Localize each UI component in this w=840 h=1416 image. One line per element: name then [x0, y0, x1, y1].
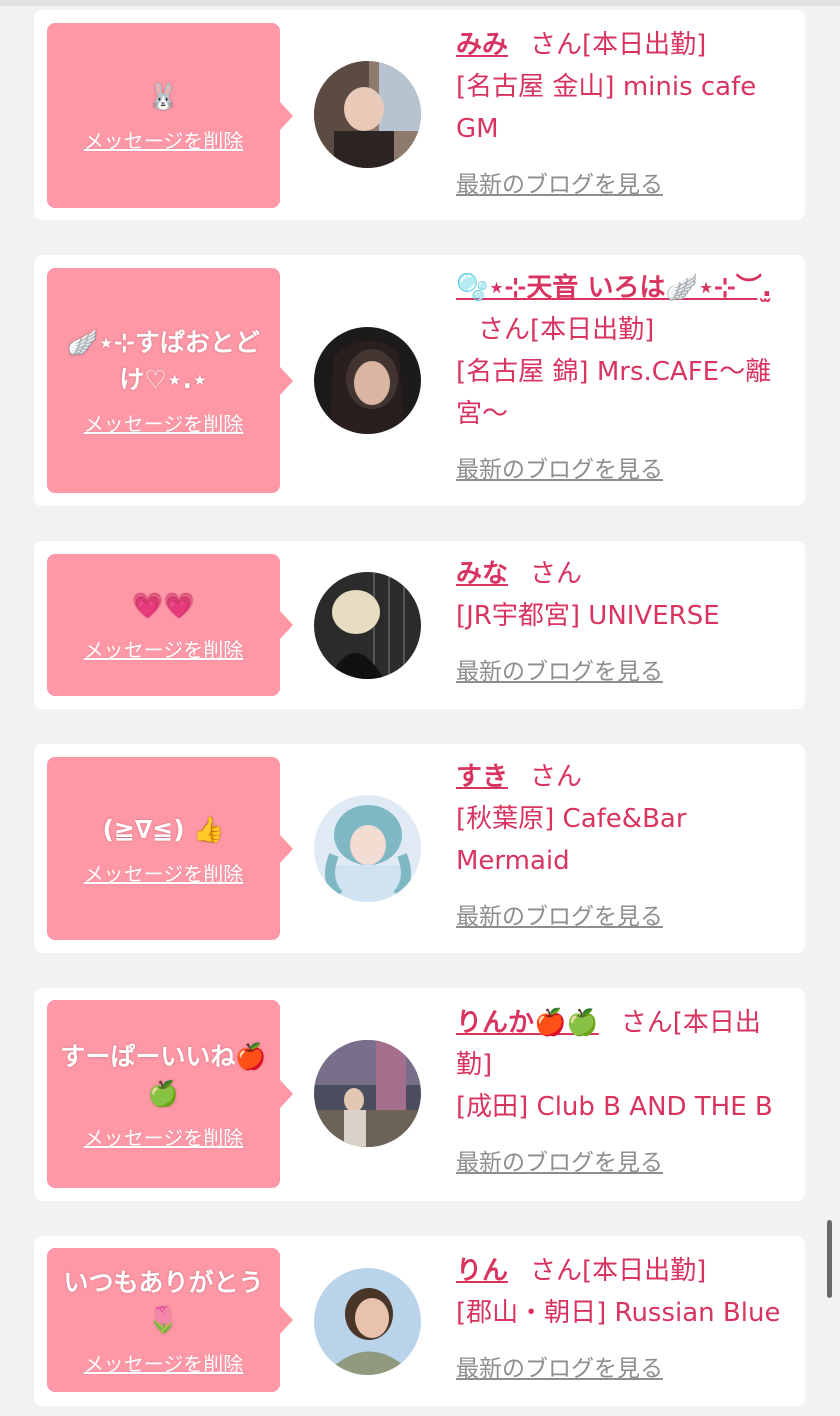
delete-message-link[interactable]: メッセージを削除	[84, 408, 244, 437]
message-text: 🐰	[147, 81, 180, 111]
girl-info: みな さん [JR宇都宮] UNIVERSE 最新のブログを見る	[456, 553, 796, 693]
girl-info: 🫧⋆⊹天音 いろは🪽⋆⊹︶.̫ さん[本日出勤] [名古屋 錦] Mrs.CAFE…	[456, 267, 796, 491]
message-card: (≧∇≦) 👍 メッセージを削除 すき さん [秋葉原] Cafe&Bar Mer…	[34, 744, 805, 953]
message-card: 💗💗 メッセージを削除 みな さん [JR宇都宮] UNIVERSE 最新のブログ…	[34, 541, 805, 709]
shop-name: [名古屋 金山] minis cafe GM	[456, 72, 757, 144]
working-today-tag: [本日出勤]	[530, 315, 655, 345]
honorific: さん	[530, 1256, 583, 1286]
honorific: さん	[620, 1008, 673, 1038]
avatar[interactable]	[314, 795, 421, 902]
delete-message-link[interactable]: メッセージを削除	[84, 858, 244, 887]
message-bubble: 🪽⋆⊹すぱおとどけ♡⋆.⋆ メッセージを削除	[47, 268, 293, 493]
shop-name: [JR宇都宮] UNIVERSE	[456, 601, 720, 631]
message-bubble: いつもありがとう🌷 メッセージを削除	[47, 1248, 293, 1392]
honorific: さん	[530, 559, 583, 589]
message-bubble: (≧∇≦) 👍 メッセージを削除	[47, 757, 293, 940]
message-text: 💗💗	[132, 591, 195, 620]
girl-info: りん さん[本日出勤] [郡山・朝日] Russian Blue 最新のブログを見…	[456, 1250, 796, 1390]
message-text: (≧∇≦) 👍	[102, 814, 225, 844]
girl-name-link[interactable]: りん	[456, 1256, 508, 1286]
girl-info: りんか🍎🍏 さん[本日出勤] [成田] Club B AND THE B 最新のブ…	[456, 1002, 796, 1184]
message-card: 🐰 メッセージを削除 みみ さん[本日出勤] [名古屋 金山] minis caf…	[34, 10, 805, 220]
message-card: すーぱーいいね🍎🍏 メッセージを削除 りんか🍎🍏 さん[本日出勤] [成田] Cl…	[34, 988, 805, 1201]
delete-message-link[interactable]: メッセージを削除	[84, 1348, 244, 1377]
message-text: すーぱーいいね🍎🍏	[60, 1041, 267, 1108]
latest-blog-link[interactable]: 最新のブログを見る	[456, 164, 796, 206]
honorific: さん	[530, 762, 583, 792]
shop-name: [成田] Club B AND THE B	[456, 1092, 773, 1122]
shop-name: [秋葉原] Cafe&Bar Mermaid	[456, 804, 687, 876]
delete-message-link[interactable]: メッセージを削除	[84, 125, 244, 154]
latest-blog-link[interactable]: 最新のブログを見る	[456, 896, 796, 938]
message-bubble: 💗💗 メッセージを削除	[47, 554, 293, 696]
delete-message-link[interactable]: メッセージを削除	[84, 1122, 244, 1151]
top-divider	[0, 0, 840, 6]
avatar[interactable]	[314, 572, 421, 679]
shop-name: [名古屋 錦] Mrs.CAFE〜離宮〜	[456, 357, 772, 429]
latest-blog-link[interactable]: 最新のブログを見る	[456, 651, 796, 693]
working-today-tag: [本日出勤]	[582, 1256, 707, 1286]
scrollbar[interactable]	[827, 1220, 832, 1298]
avatar[interactable]	[314, 1268, 421, 1375]
message-text: 🪽⋆⊹すぱおとどけ♡⋆.⋆	[67, 328, 260, 394]
girl-name-link[interactable]: すき	[456, 762, 508, 792]
girl-name-link[interactable]: りんか🍎🍏	[456, 1008, 599, 1038]
working-today-tag: [本日出勤]	[582, 30, 707, 60]
latest-blog-link[interactable]: 最新のブログを見る	[456, 1348, 796, 1390]
message-card: 🪽⋆⊹すぱおとどけ♡⋆.⋆ メッセージを削除 🫧⋆⊹天音 いろは🪽⋆⊹︶.̫ さん…	[34, 255, 805, 506]
message-bubble: 🐰 メッセージを削除	[47, 23, 293, 208]
girl-name-link[interactable]: みな	[456, 559, 508, 589]
latest-blog-link[interactable]: 最新のブログを見る	[456, 1142, 796, 1184]
honorific: さん	[478, 315, 531, 345]
shop-name: [郡山・朝日] Russian Blue	[456, 1298, 781, 1328]
avatar[interactable]	[314, 327, 421, 434]
girl-info: すき さん [秋葉原] Cafe&Bar Mermaid 最新のブログを見る	[456, 756, 796, 938]
girl-name-link[interactable]: 🫧⋆⊹天音 いろは🪽⋆⊹︶.̫	[456, 273, 772, 303]
honorific: さん	[530, 30, 583, 60]
girl-info: みみ さん[本日出勤] [名古屋 金山] minis cafe GM 最新のブログ…	[456, 24, 796, 206]
latest-blog-link[interactable]: 最新のブログを見る	[456, 449, 796, 491]
delete-message-link[interactable]: メッセージを削除	[84, 634, 244, 663]
girl-name-link[interactable]: みみ	[456, 30, 508, 60]
message-text: いつもありがとう🌷	[63, 1267, 264, 1334]
message-bubble: すーぱーいいね🍎🍏 メッセージを削除	[47, 1000, 293, 1188]
avatar[interactable]	[314, 1040, 421, 1147]
avatar[interactable]	[314, 61, 421, 168]
message-card: いつもありがとう🌷 メッセージを削除 りん さん[本日出勤] [郡山・朝日] Ru…	[34, 1236, 805, 1406]
